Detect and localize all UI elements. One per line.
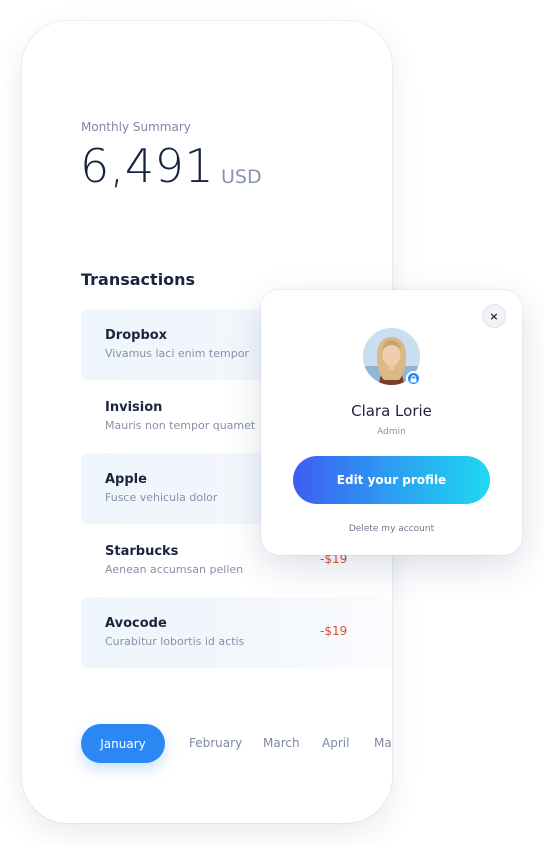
close-button[interactable]: × <box>482 304 506 328</box>
lock-icon <box>410 374 417 382</box>
transactions-title: Transactions <box>81 270 196 289</box>
transaction-name: Avocode <box>105 616 167 631</box>
transaction-name: Apple <box>105 472 147 487</box>
month-tab-february[interactable]: February <box>189 736 242 750</box>
month-selector: January February March April Ma <box>22 723 392 763</box>
transaction-amount: -$19 <box>320 624 348 638</box>
transaction-description: Aenean accumsan pellen <box>105 563 244 576</box>
summary-currency: USD <box>221 166 262 188</box>
transaction-description: Vivamus laci enim tempor <box>105 347 249 360</box>
delete-account-link[interactable]: Delete my account <box>261 524 522 534</box>
transaction-row[interactable]: Avocode Curabitur lobortis id actis -$19 <box>81 597 392 668</box>
summary-amount: 6,491 <box>80 139 215 193</box>
month-tab-may[interactable]: Ma <box>374 736 392 750</box>
month-tab-april[interactable]: April <box>322 736 349 750</box>
lock-badge <box>406 371 421 386</box>
close-icon: × <box>489 309 499 323</box>
month-tab-january[interactable]: January <box>81 724 165 763</box>
transaction-name: Starbucks <box>105 544 179 559</box>
transaction-description: Curabitur lobortis id actis <box>105 635 245 648</box>
transaction-name: Invision <box>105 400 163 415</box>
profile-role: Admin <box>377 427 406 437</box>
profile-card: × Clara Lorie Admin Edit your profile De… <box>261 290 522 555</box>
transaction-description: Mauris non tempor quamet <box>105 419 256 432</box>
edit-profile-button[interactable]: Edit your profile <box>293 456 490 504</box>
month-tab-march[interactable]: March <box>263 736 300 750</box>
monthly-summary-label: Monthly Summary <box>81 120 191 134</box>
transaction-description: Fusce vehicula dolor <box>105 491 218 504</box>
transaction-name: Dropbox <box>105 328 168 343</box>
profile-name: Clara Lorie <box>351 402 432 420</box>
